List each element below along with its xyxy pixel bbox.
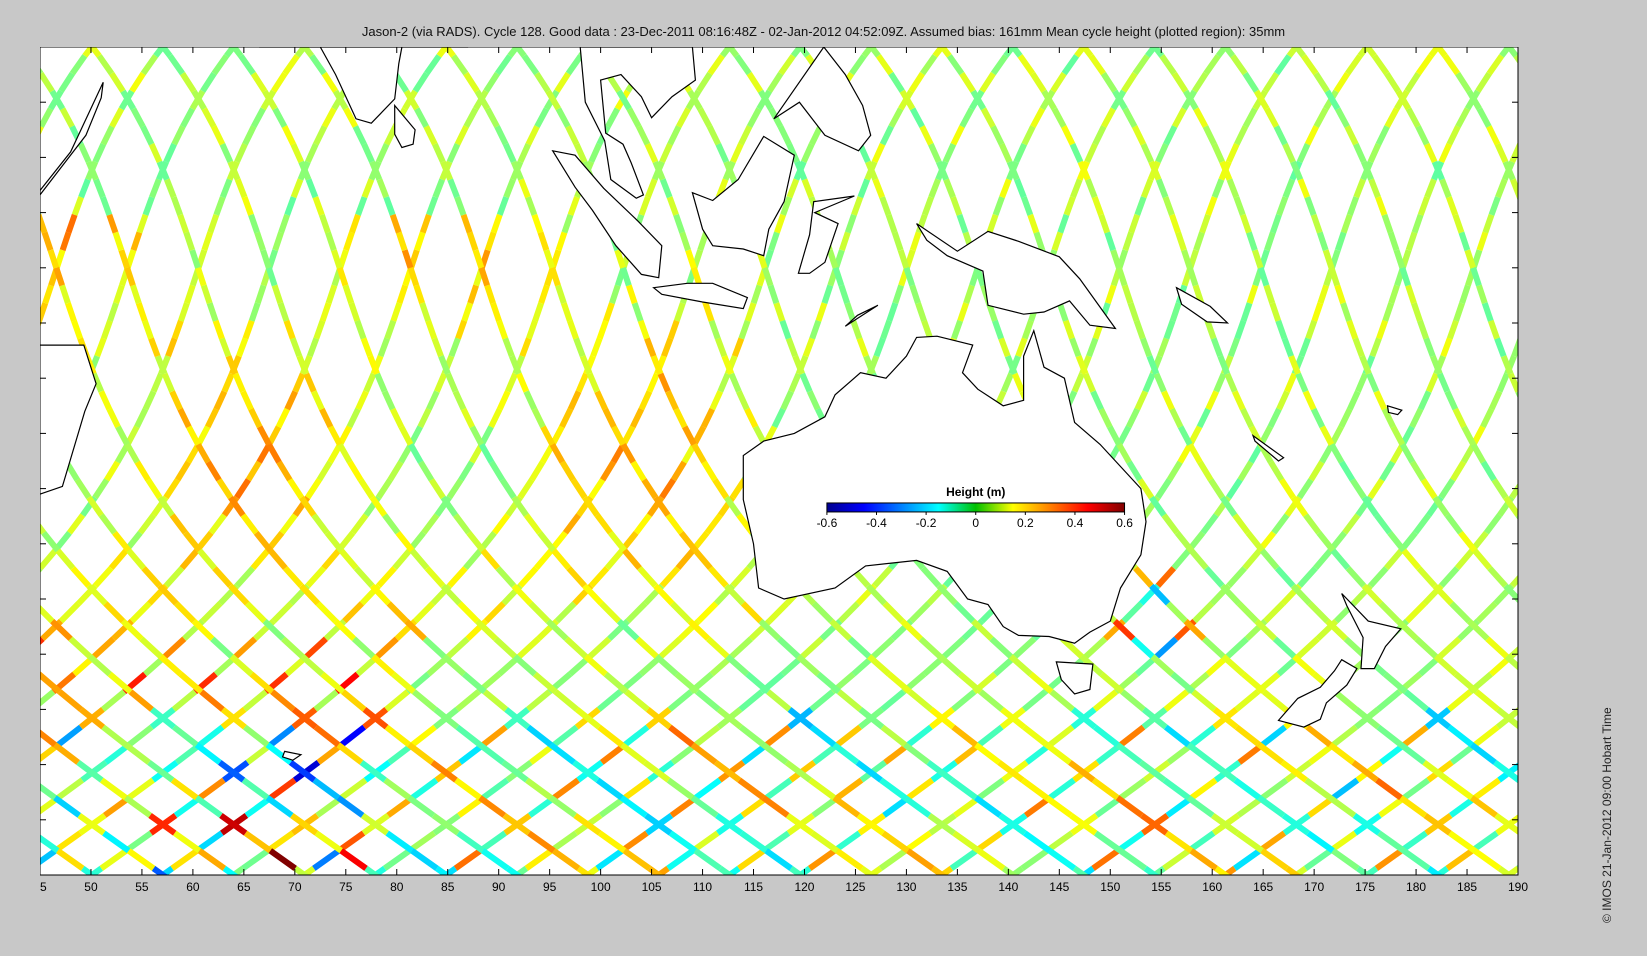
x-tick-label: 120 (794, 880, 814, 894)
x-tick-label: 75 (339, 880, 353, 894)
x-tick-label: 90 (492, 880, 506, 894)
x-tick-label: 45 (40, 880, 47, 894)
x-tick-label: 140 (998, 880, 1018, 894)
colorbar-tick-label: -0.2 (916, 516, 937, 530)
x-tick-label: 85 (441, 880, 455, 894)
x-tick-label: 60 (186, 880, 200, 894)
track-segment (1516, 197, 1518, 202)
colorbar-tick-label: 0.6 (1116, 516, 1133, 530)
x-tick-label: 105 (642, 880, 662, 894)
colorbar-tick-label: -0.6 (817, 516, 838, 530)
track-segment (1516, 780, 1518, 784)
track-segment (1533, 285, 1539, 303)
track-segment (1531, 533, 1545, 551)
x-tick-label: 100 (591, 880, 611, 894)
colorbar-tick-label: -0.4 (866, 516, 887, 530)
credit-text: © IMOS 21-Jan-2012 09:00 Hobart Time (1600, 707, 1614, 923)
map-plot-area: 45 50 55 60 65 70 75 80 85 90 95 100 105 110 115 120 125… (40, 47, 1596, 915)
track-segment (1517, 706, 1518, 708)
x-tick-label: 170 (1304, 880, 1324, 894)
colorbar-tick-label: 0.2 (1017, 516, 1034, 530)
track-segment (1523, 745, 1546, 763)
colorbar-gradient (826, 502, 1126, 513)
x-tick-label: 135 (947, 880, 967, 894)
x-tick-label: 150 (1100, 880, 1120, 894)
x-tick-label: 80 (390, 880, 404, 894)
x-tick-label: 190 (1508, 880, 1528, 894)
altimetry-map: 45 50 55 60 65 70 75 80 85 90 95 100 105 110 115 120 125… (40, 47, 1548, 894)
x-tick-label: 65 (237, 880, 251, 894)
track-segment (1515, 391, 1518, 399)
figure-title: Jason-2 (via RADS). Cycle 128. Good data… (361, 24, 1286, 39)
track-segment (1526, 215, 1532, 233)
x-tick-label: 125 (845, 880, 865, 894)
track-segment (1526, 409, 1535, 427)
x-tick-label: 115 (744, 880, 763, 894)
track-segment (1538, 250, 1544, 268)
track-segment (1516, 864, 1518, 869)
colorbar-tick-label: 0.4 (1067, 516, 1084, 530)
x-tick-label: 175 (1355, 880, 1375, 894)
x-tick-label: 95 (543, 880, 557, 894)
x-tick-label: 110 (693, 880, 712, 894)
x-tick-label: 185 (1457, 880, 1477, 894)
x-tick-label: 55 (135, 880, 149, 894)
track-segment (1528, 73, 1539, 91)
track-segment (1538, 91, 1548, 109)
track-segment (1527, 303, 1533, 321)
track-segment (1527, 674, 1548, 692)
track-segment (1522, 603, 1540, 621)
x-tick-label: 70 (288, 880, 302, 894)
track-segment (1515, 515, 1518, 520)
track-segment (1528, 550, 1543, 568)
track-segment (1520, 727, 1543, 745)
track-segment (1534, 444, 1544, 462)
x-tick-label: 180 (1406, 880, 1426, 894)
track-segment (1522, 798, 1546, 816)
x-tick-label: 165 (1253, 880, 1273, 894)
x-tick-label: 155 (1151, 880, 1171, 894)
track-segment (1535, 427, 1544, 445)
x-tick-label: 50 (84, 880, 98, 894)
track-segment (1524, 462, 1535, 480)
x-tick-label: 160 (1202, 880, 1222, 894)
x-tick-label: 130 (896, 880, 916, 894)
x-tick-label: 145 (1049, 880, 1069, 894)
colorbar-tick-label: 0 (972, 516, 979, 530)
track-segment (1521, 833, 1546, 851)
track-segment (1529, 109, 1538, 127)
track-segment (1532, 232, 1538, 250)
track-segment (1517, 141, 1518, 144)
track-segment (1517, 336, 1518, 338)
track-segment (1530, 621, 1548, 639)
colorbar-title: Height (m) (946, 485, 1005, 499)
